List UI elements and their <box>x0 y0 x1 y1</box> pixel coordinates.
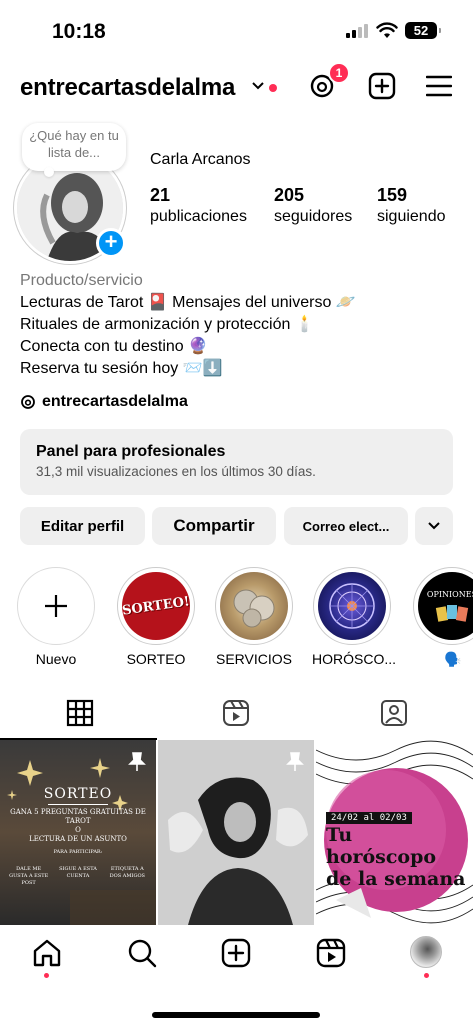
post-horoscopo-dates: 24/02 al 02/03 <box>326 812 412 824</box>
post-sorteo-step: DALE ME GUSTA A ESTE POST <box>9 866 49 886</box>
stat-posts[interactable]: 21 publicaciones <box>150 185 247 226</box>
cellular-signal-icon <box>346 23 368 38</box>
post-sorteo-title: SORTEO <box>43 786 113 802</box>
zodiac-wheel-image <box>329 583 375 629</box>
stat-followers[interactable]: 205 seguidores <box>274 185 352 226</box>
pin-icon <box>286 752 304 771</box>
highlight-servicios[interactable]: SERVICIOS <box>214 567 294 667</box>
highlight-label: Nuevo <box>35 651 77 667</box>
stat-posts-value: 21 <box>150 185 171 205</box>
bottom-navigation <box>0 925 473 1024</box>
plus-icon <box>45 595 67 617</box>
menu-icon[interactable] <box>426 74 452 98</box>
threads-profile-link[interactable]: entrecartasdelalma <box>20 393 188 411</box>
search-icon[interactable] <box>126 937 158 969</box>
highlight-label: 🗣️ <box>444 651 462 667</box>
opiniones-sticker: OPINIONES <box>426 589 473 599</box>
note-bubble[interactable]: ¿Qué hay en tu lista de... <box>22 123 126 177</box>
edit-profile-button[interactable]: Editar perfil <box>20 507 145 545</box>
bio: Producto/servicio Lecturas de Tarot 🎴 Me… <box>20 270 356 380</box>
notification-badge: 1 <box>328 62 350 84</box>
bio-line: Reserva tu sesión hoy 📨⬇️ <box>20 360 223 377</box>
threads-small-icon <box>21 395 35 409</box>
create-icon[interactable] <box>368 72 396 100</box>
profile-unread-dot <box>424 973 429 978</box>
coins-image <box>233 589 275 628</box>
stat-following-value: 159 <box>377 185 408 205</box>
bio-line: Conecta con tu destino 🔮 <box>20 338 209 355</box>
share-profile-button[interactable]: Compartir <box>152 507 276 545</box>
stat-posts-label: publicaciones <box>150 208 247 225</box>
chevron-down-icon <box>428 522 440 530</box>
chevron-down-icon[interactable] <box>252 82 264 90</box>
post-sorteo[interactable]: SORTEO GANA 5 PREGUNTAS GRATUITAS DE TAR… <box>0 740 156 925</box>
profile-tab-avatar[interactable] <box>410 936 442 968</box>
username-switcher[interactable]: entrecartasdelalma <box>20 74 235 102</box>
sorteo-sticker: SORTEO! <box>122 593 190 619</box>
dashboard-subtitle: 31,3 mil visualizaciones en los últimos … <box>36 464 316 479</box>
status-bar: 10:18 52 <box>0 0 473 54</box>
grid-tab-icon[interactable] <box>65 698 95 728</box>
home-icon[interactable] <box>31 937 63 969</box>
post-horoscopo-title: Tu horóscopo de la semana <box>326 824 466 890</box>
highlight-sorteo[interactable]: SORTEO! SORTEO <box>116 567 196 667</box>
post-horoscopo[interactable]: 24/02 al 02/03 Tu horóscopo de la semana <box>316 740 473 925</box>
stat-followers-label: seguidores <box>274 208 353 225</box>
profile-header: entrecartasdelalma 1 <box>20 62 455 108</box>
pin-icon <box>128 752 146 771</box>
post-sorteo-step: SIGUE A ESTA CUENTA <box>59 866 97 879</box>
bio-line: Lecturas de Tarot 🎴 Mensajes del univers… <box>20 294 356 311</box>
display-name: Carla Arcanos <box>150 151 251 168</box>
create-post-icon[interactable] <box>220 937 252 969</box>
email-button[interactable]: Correo elect... <box>284 507 408 545</box>
status-time: 10:18 <box>52 20 106 43</box>
battery-icon: 52 <box>405 22 441 39</box>
highlight-new[interactable]: Nuevo <box>16 567 96 667</box>
post-sorteo-text: LECTURA DE UN ASUNTO <box>29 835 127 843</box>
tagged-tab-icon[interactable] <box>379 698 409 728</box>
post-sorteo-text: PARA PARTICIPAR: <box>53 849 103 855</box>
home-unread-dot <box>44 973 49 978</box>
content-tabs <box>0 690 473 740</box>
wifi-icon <box>376 22 398 38</box>
bio-line: Rituales de armonización y protección 🕯️ <box>20 316 315 333</box>
highlight-label: HORÓSCO... <box>312 651 397 667</box>
post-sorteo-step: ETIQUETA A DOS AMIGOS <box>109 866 145 879</box>
unread-dot <box>269 84 277 92</box>
stat-followers-value: 205 <box>274 185 305 205</box>
bio-category: Producto/servicio <box>20 272 143 289</box>
battery-level: 52 <box>413 23 429 38</box>
post-portrait[interactable] <box>158 740 314 925</box>
highlight-label: SERVICIOS <box>216 651 292 667</box>
add-story-button[interactable]: + <box>96 228 126 258</box>
home-indicator <box>152 1012 320 1018</box>
highlight-horoscopo[interactable]: HORÓSCO... <box>312 567 397 667</box>
suggestions-toggle[interactable] <box>415 507 453 545</box>
professional-dashboard[interactable]: Panel para profesionales 31,3 mil visual… <box>20 429 453 495</box>
threads-handle: entrecartasdelalma <box>42 393 188 410</box>
post-sorteo-text: GANA 5 PREGUNTAS GRATUITAS DE TAROT <box>10 808 146 825</box>
dashboard-title: Panel para profesionales <box>36 443 226 460</box>
stat-following[interactable]: 159 siguiendo <box>377 185 446 226</box>
post-sorteo-text: O <box>75 826 81 834</box>
tarot-cards-image <box>435 604 469 622</box>
reels-tab-icon[interactable] <box>221 698 251 728</box>
stat-following-label: siguiendo <box>377 208 446 225</box>
highlight-opiniones[interactable]: OPINIONES 🗣️ <box>412 567 473 668</box>
highlight-label: SORTEO <box>126 651 186 667</box>
reels-icon[interactable] <box>315 937 347 969</box>
